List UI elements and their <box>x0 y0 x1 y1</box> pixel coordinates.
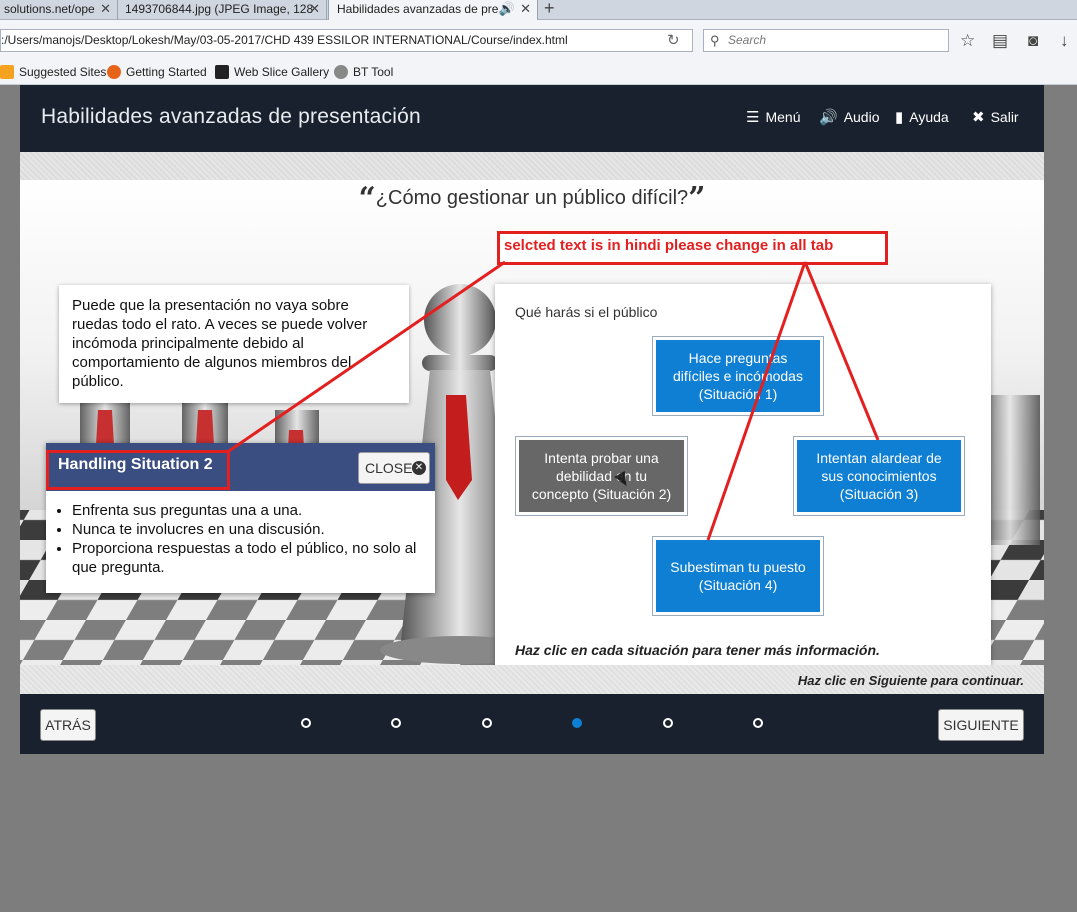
open-quote-icon: “ <box>358 181 376 216</box>
close-icon: ✕ <box>412 461 426 475</box>
url-text: :/Users/manojs/Desktop/Lokesh/May/03-05-… <box>1 33 568 47</box>
close-icon[interactable]: ✕ <box>309 0 320 18</box>
next-button[interactable]: SIGUIENTE <box>938 709 1024 741</box>
situation-4-button[interactable]: Subestiman tu puesto (Situación 4) <box>652 536 824 616</box>
question-heading: “¿Cómo gestionar un público difícil?” <box>20 181 1044 216</box>
speaker-icon: 🔊 <box>498 1 515 16</box>
close-button[interactable]: CLOSE ✕ <box>358 452 430 484</box>
search-input[interactable]: ⚲ Search <box>703 29 949 52</box>
annotation-highlight-box <box>46 450 230 490</box>
bookmark-label: Suggested Sites <box>19 65 107 79</box>
course-footer: ATRÁS SIGUIENTE <box>20 694 1044 754</box>
close-icon[interactable]: ✕ <box>100 0 111 18</box>
help-button[interactable]: ▮ Ayuda <box>895 108 949 126</box>
pocket-icon[interactable]: ◙ <box>1028 31 1038 51</box>
bookmark-web-slice-gallery[interactable]: Web Slice Gallery <box>215 65 329 79</box>
close-icon: ✖ <box>972 109 985 126</box>
audio-button[interactable]: 🔊 Audio <box>819 108 880 126</box>
close-icon[interactable]: ✕ <box>520 0 531 18</box>
panel-instruction: Haz clic en cada situación para tener má… <box>515 642 880 658</box>
page-dot-2[interactable] <box>391 718 401 728</box>
bookmark-label: BT Tool <box>353 65 394 79</box>
search-icon: ⚲ <box>710 33 720 48</box>
popup-bullet-list: Enfrenta sus preguntas una a una. Nunca … <box>72 501 422 577</box>
close-quote-icon: ” <box>688 181 706 216</box>
situation-1-button[interactable]: Hace preguntas difíciles e incómodas (Si… <box>652 336 824 416</box>
course-title: Habilidades avanzadas de presentación <box>41 105 421 128</box>
menu-label: Menú <box>765 109 801 125</box>
audio-label: Audio <box>843 109 880 125</box>
url-bar[interactable]: :/Users/manojs/Desktop/Lokesh/May/03-05-… <box>0 29 693 52</box>
help-label: Ayuda <box>909 109 949 125</box>
browser-tab-3[interactable]: Habilidades avanzadas de pre 🔊 ✕ <box>328 0 538 20</box>
bookmark-getting-started[interactable]: Getting Started <box>107 65 207 79</box>
annotation-text: selcted text is in hindi please change i… <box>504 237 834 254</box>
globe-icon <box>334 65 348 79</box>
search-placeholder: Search <box>728 33 767 47</box>
bookmark-star-icon[interactable]: ☆ <box>960 31 975 51</box>
browser-nav-bar: :/Users/manojs/Desktop/Lokesh/May/03-05-… <box>0 20 1077 60</box>
course-header: Habilidades avanzadas de presentación ☰ M… <box>20 85 1044 152</box>
menu-icon: ☰ <box>746 109 760 126</box>
reading-list-icon[interactable]: ▤ <box>992 31 1008 51</box>
bookmark-suggested-sites[interactable]: Suggested Sites <box>0 65 106 79</box>
panel-intro: Qué harás si el público <box>515 304 658 320</box>
question-text: ¿Cómo gestionar un público difícil? <box>375 187 689 209</box>
close-label: CLOSE <box>365 460 413 476</box>
situation-3-button[interactable]: Intentan alardear de sus conocimientos (… <box>793 436 965 516</box>
download-icon[interactable]: ↓ <box>1060 31 1069 51</box>
book-icon: ▮ <box>895 109 904 126</box>
menu-button[interactable]: ☰ Menú <box>746 108 800 126</box>
bookmark-label: Web Slice Gallery <box>234 65 330 79</box>
new-tab-icon[interactable]: + <box>544 0 555 19</box>
speaker-icon: 🔊 <box>819 109 838 126</box>
web-slice-icon <box>215 65 229 79</box>
page-dot-4[interactable] <box>572 718 582 728</box>
exit-label: Salir <box>990 109 1019 125</box>
situations-panel: Qué harás si el público Hace preguntas d… <box>495 284 991 667</box>
list-item: Enfrenta sus preguntas una a una. <box>72 501 422 520</box>
browser-tab-bar: solutions.net/ope ✕ 1493706844.jpg (JPEG … <box>0 0 1077 20</box>
reload-icon[interactable]: ↻ <box>667 30 680 51</box>
firefox-icon <box>107 65 121 79</box>
continue-note: Haz clic en Siguiente para continuar. <box>797 673 1024 688</box>
tab-title: 1493706844.jpg (JPEG Image, 128 <box>125 2 314 16</box>
intro-text-box: Puede que la presentación no vaya sobre … <box>59 285 409 403</box>
tab-title: Habilidades avanzadas de pre <box>337 2 499 16</box>
back-button[interactable]: ATRÁS <box>40 709 96 741</box>
suggested-sites-icon <box>0 65 14 79</box>
bookmark-bt-tool[interactable]: BT Tool <box>334 65 393 79</box>
annotation-callout: selcted text is in hindi please change i… <box>497 231 888 265</box>
page-dot-5[interactable] <box>663 718 673 728</box>
browser-tab-2[interactable]: 1493706844.jpg (JPEG Image, 128 ✕ <box>119 0 327 20</box>
page-dot-1[interactable] <box>301 718 311 728</box>
browser-tab-1[interactable]: solutions.net/ope ✕ <box>0 0 118 20</box>
bookmarks-bar: Suggested Sites Getting Started Web Slic… <box>0 60 1077 85</box>
exit-button[interactable]: ✖ Salir <box>972 108 1019 126</box>
header-texture <box>20 152 1044 180</box>
bookmark-label: Getting Started <box>126 65 207 79</box>
page-dot-3[interactable] <box>482 718 492 728</box>
page-dot-6[interactable] <box>753 718 763 728</box>
course-player: Habilidades avanzadas de presentación ☰ M… <box>20 85 1044 754</box>
situation-2-button[interactable]: Intenta probar una debilidad en tu conce… <box>515 436 688 516</box>
list-item: Proporciona respuestas a todo el público… <box>72 539 422 577</box>
tab-title: solutions.net/ope <box>4 2 95 16</box>
list-item: Nunca te involucres en una discusión. <box>72 520 422 539</box>
